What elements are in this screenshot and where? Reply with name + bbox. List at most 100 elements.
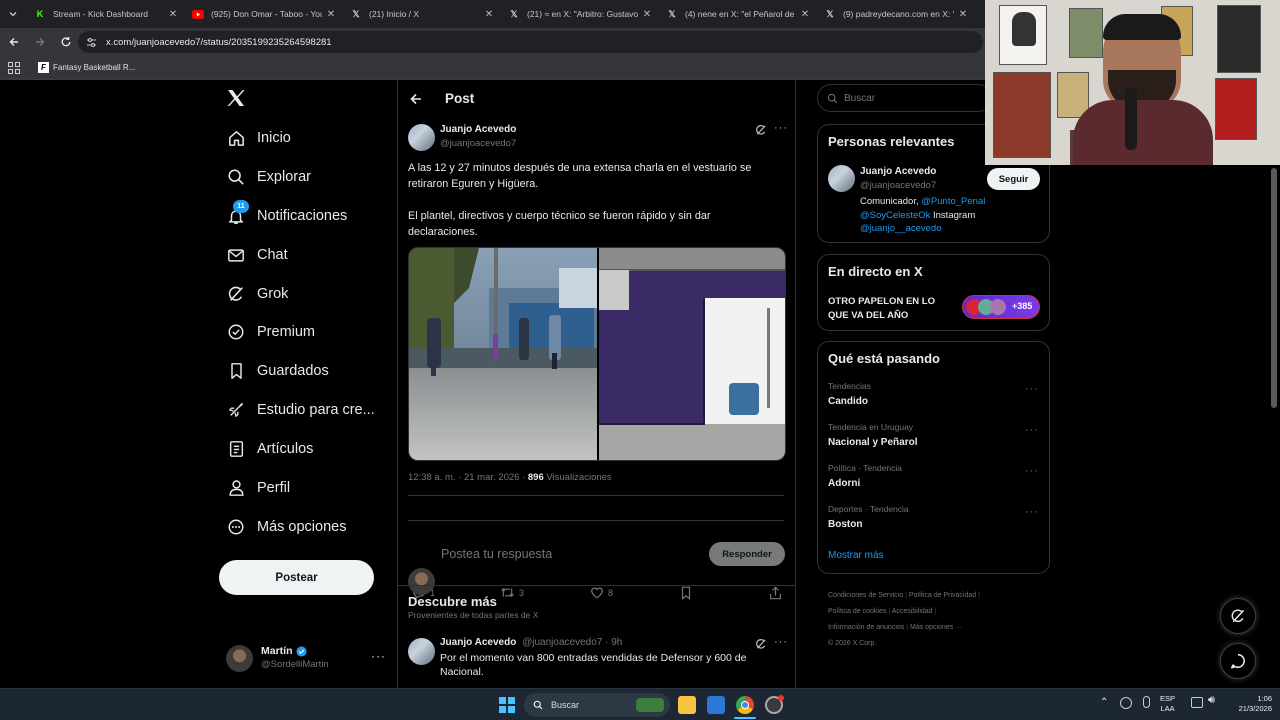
avatar[interactable] bbox=[408, 638, 435, 665]
divider bbox=[408, 520, 784, 521]
grok-post-button[interactable] bbox=[755, 638, 767, 650]
nav-premium[interactable]: Premium bbox=[225, 318, 315, 346]
trend-item[interactable]: Política · Tendencia Adorni ··· bbox=[818, 461, 1049, 501]
browser-tab[interactable]: K Stream - Kick Dashboard ✕ bbox=[26, 0, 184, 28]
footer-link[interactable]: Accesibilidad bbox=[892, 608, 933, 615]
nav-more-options[interactable]: Más opciones bbox=[225, 513, 346, 541]
more-icon[interactable]: ··· bbox=[774, 122, 788, 134]
reload-button[interactable] bbox=[54, 30, 78, 54]
display-icon[interactable] bbox=[1191, 697, 1203, 708]
nav-explore[interactable]: Explorar bbox=[225, 163, 311, 191]
more-icon[interactable]: ··· bbox=[774, 636, 788, 648]
reply-input[interactable]: Postea tu respuesta bbox=[441, 547, 552, 561]
media-photo-street[interactable] bbox=[409, 248, 597, 460]
trend-item[interactable]: Tendencias Candido ··· bbox=[818, 379, 1049, 419]
close-tab-icon[interactable]: ✕ bbox=[958, 9, 968, 20]
language-indicator[interactable]: ESP LAA bbox=[1160, 694, 1175, 714]
author-handle[interactable]: @juanjoacevedo7 · 9h bbox=[522, 637, 622, 648]
account-switcher[interactable]: Martín @SordelliMartin ··· bbox=[226, 643, 396, 675]
bio-mention-link[interactable]: @SoyCelesteOk bbox=[860, 210, 930, 221]
author-name[interactable]: Juanjo Acevedo bbox=[440, 637, 516, 648]
more-icon[interactable]: ··· bbox=[1025, 465, 1039, 477]
bio-mention-link[interactable]: @juanjo__acevedo bbox=[860, 223, 941, 234]
author-handle[interactable]: @juanjoacevedo7 bbox=[440, 138, 516, 149]
back-arrow-button[interactable] bbox=[409, 92, 423, 106]
tab-search-button[interactable] bbox=[0, 0, 26, 28]
show-more-link[interactable]: Mostrar más bbox=[828, 550, 884, 561]
close-tab-icon[interactable]: ✕ bbox=[484, 9, 494, 20]
nav-creator-studio[interactable]: Estudio para cre... bbox=[225, 396, 375, 424]
taskbar-search[interactable]: Buscar bbox=[524, 693, 670, 717]
nav-notifications[interactable]: 11 Notificaciones bbox=[225, 200, 347, 230]
apps-grid-icon[interactable] bbox=[8, 61, 20, 74]
site-info-icon[interactable] bbox=[86, 37, 97, 48]
grok-post-button[interactable] bbox=[755, 124, 767, 136]
nav-bookmarks[interactable]: Guardados bbox=[225, 357, 329, 385]
browser-tab[interactable]: (925) Don Omar - Taboo - YouT ✕ bbox=[184, 0, 342, 28]
repost-action[interactable]: 3 bbox=[500, 586, 524, 599]
author-name[interactable]: Juanjo Acevedo bbox=[440, 124, 516, 135]
more-icon[interactable]: ··· bbox=[1025, 506, 1039, 518]
bio-mention-link[interactable]: @Punto_Penal bbox=[921, 196, 985, 207]
trend-item[interactable]: Tendencia en Uruguay Nacional y Peñarol … bbox=[818, 420, 1049, 460]
back-button[interactable] bbox=[2, 30, 26, 54]
share-action[interactable] bbox=[769, 586, 786, 600]
nav-home[interactable]: Inicio bbox=[225, 124, 291, 152]
footer-link[interactable]: Política de cookies bbox=[828, 608, 886, 615]
avatar[interactable] bbox=[828, 165, 855, 192]
footer-link[interactable]: Política de Privacidad bbox=[909, 592, 976, 599]
nav-articles[interactable]: Artículos bbox=[225, 435, 313, 463]
post-timestamp[interactable]: 12:38 a. m. · 21 mar. 2026 · bbox=[408, 472, 528, 483]
scrollbar[interactable] bbox=[1271, 168, 1277, 408]
clock[interactable]: 1:06 21/3/2026 bbox=[1222, 694, 1272, 714]
address-bar[interactable]: x.com/juanjoacevedo7/status/203519923526… bbox=[78, 31, 983, 53]
forward-button[interactable] bbox=[28, 30, 52, 54]
trend-item[interactable]: Deportes · Tendencia Boston ··· bbox=[818, 502, 1049, 542]
bookmark-item[interactable]: F Fantasy Basketball R... bbox=[38, 62, 135, 73]
live-space-title[interactable]: OTRO PAPELON EN LO QUE VA DEL AÑO bbox=[828, 295, 943, 322]
chat-floating-button[interactable] bbox=[1220, 643, 1256, 679]
grok-floating-button[interactable] bbox=[1220, 598, 1256, 634]
more-icon[interactable]: ··· bbox=[371, 649, 386, 663]
close-tab-icon[interactable]: ✕ bbox=[168, 9, 178, 20]
network-icon[interactable] bbox=[1120, 697, 1132, 709]
chrome-icon[interactable] bbox=[736, 696, 754, 714]
more-icon[interactable]: ··· bbox=[1025, 424, 1039, 436]
microphone-icon[interactable] bbox=[1143, 696, 1150, 708]
follow-button[interactable]: Seguir bbox=[987, 168, 1040, 190]
person-name[interactable]: Juanjo Acevedo bbox=[860, 166, 936, 177]
footer-link[interactable]: Información de anuncios bbox=[828, 624, 904, 631]
browser-tab[interactable]: 𝕏 (4) nene en X: "el Peñarol de D ✕ bbox=[658, 0, 816, 28]
search-box[interactable]: Buscar bbox=[817, 84, 992, 112]
search-input[interactable]: Buscar bbox=[844, 93, 875, 104]
browser-tab[interactable]: 𝕏 (21) Inicio / X ✕ bbox=[342, 0, 500, 28]
nav-profile[interactable]: Perfil bbox=[225, 474, 290, 502]
browser-tab[interactable]: 𝕏 (9) padreydecano.com en X: "Fe ✕ bbox=[816, 0, 974, 28]
post-button[interactable]: Postear bbox=[219, 560, 374, 595]
windows-start-icon[interactable] bbox=[499, 697, 515, 713]
footer-link[interactable]: Más opciones ··· bbox=[910, 624, 962, 631]
nav-grok[interactable]: Grok bbox=[225, 280, 288, 308]
close-tab-icon[interactable]: ✕ bbox=[800, 9, 810, 20]
chevron-up-icon[interactable]: ⌃ bbox=[1100, 697, 1108, 708]
file-explorer-icon[interactable] bbox=[678, 696, 696, 714]
mail-app-icon[interactable] bbox=[707, 696, 725, 714]
x-logo-link[interactable] bbox=[226, 88, 246, 108]
obs-icon[interactable] bbox=[765, 695, 784, 714]
footer-link[interactable]: Condiciones de Servicio bbox=[828, 592, 903, 599]
live-space-pill[interactable]: +385 bbox=[962, 295, 1040, 319]
volume-icon[interactable]: 🔊︎ bbox=[1208, 694, 1215, 707]
avatar[interactable] bbox=[408, 124, 435, 151]
person-icon bbox=[225, 477, 247, 499]
person-handle[interactable]: @juanjoacevedo7 bbox=[860, 180, 936, 191]
post-media[interactable] bbox=[408, 247, 786, 461]
nav-chat[interactable]: Chat bbox=[225, 241, 288, 269]
media-photo-dressing-room[interactable] bbox=[599, 248, 785, 460]
browser-tab[interactable]: 𝕏 (21) ≈ en X: "Arbitro: Gustavo T ✕ bbox=[500, 0, 658, 28]
more-icon[interactable]: ··· bbox=[1025, 383, 1039, 395]
close-tab-icon[interactable]: ✕ bbox=[326, 9, 336, 20]
like-action[interactable]: 8 bbox=[590, 586, 613, 599]
close-tab-icon[interactable]: ✕ bbox=[642, 9, 652, 20]
bookmark-action[interactable] bbox=[680, 586, 696, 600]
reply-button[interactable]: Responder bbox=[709, 542, 785, 566]
